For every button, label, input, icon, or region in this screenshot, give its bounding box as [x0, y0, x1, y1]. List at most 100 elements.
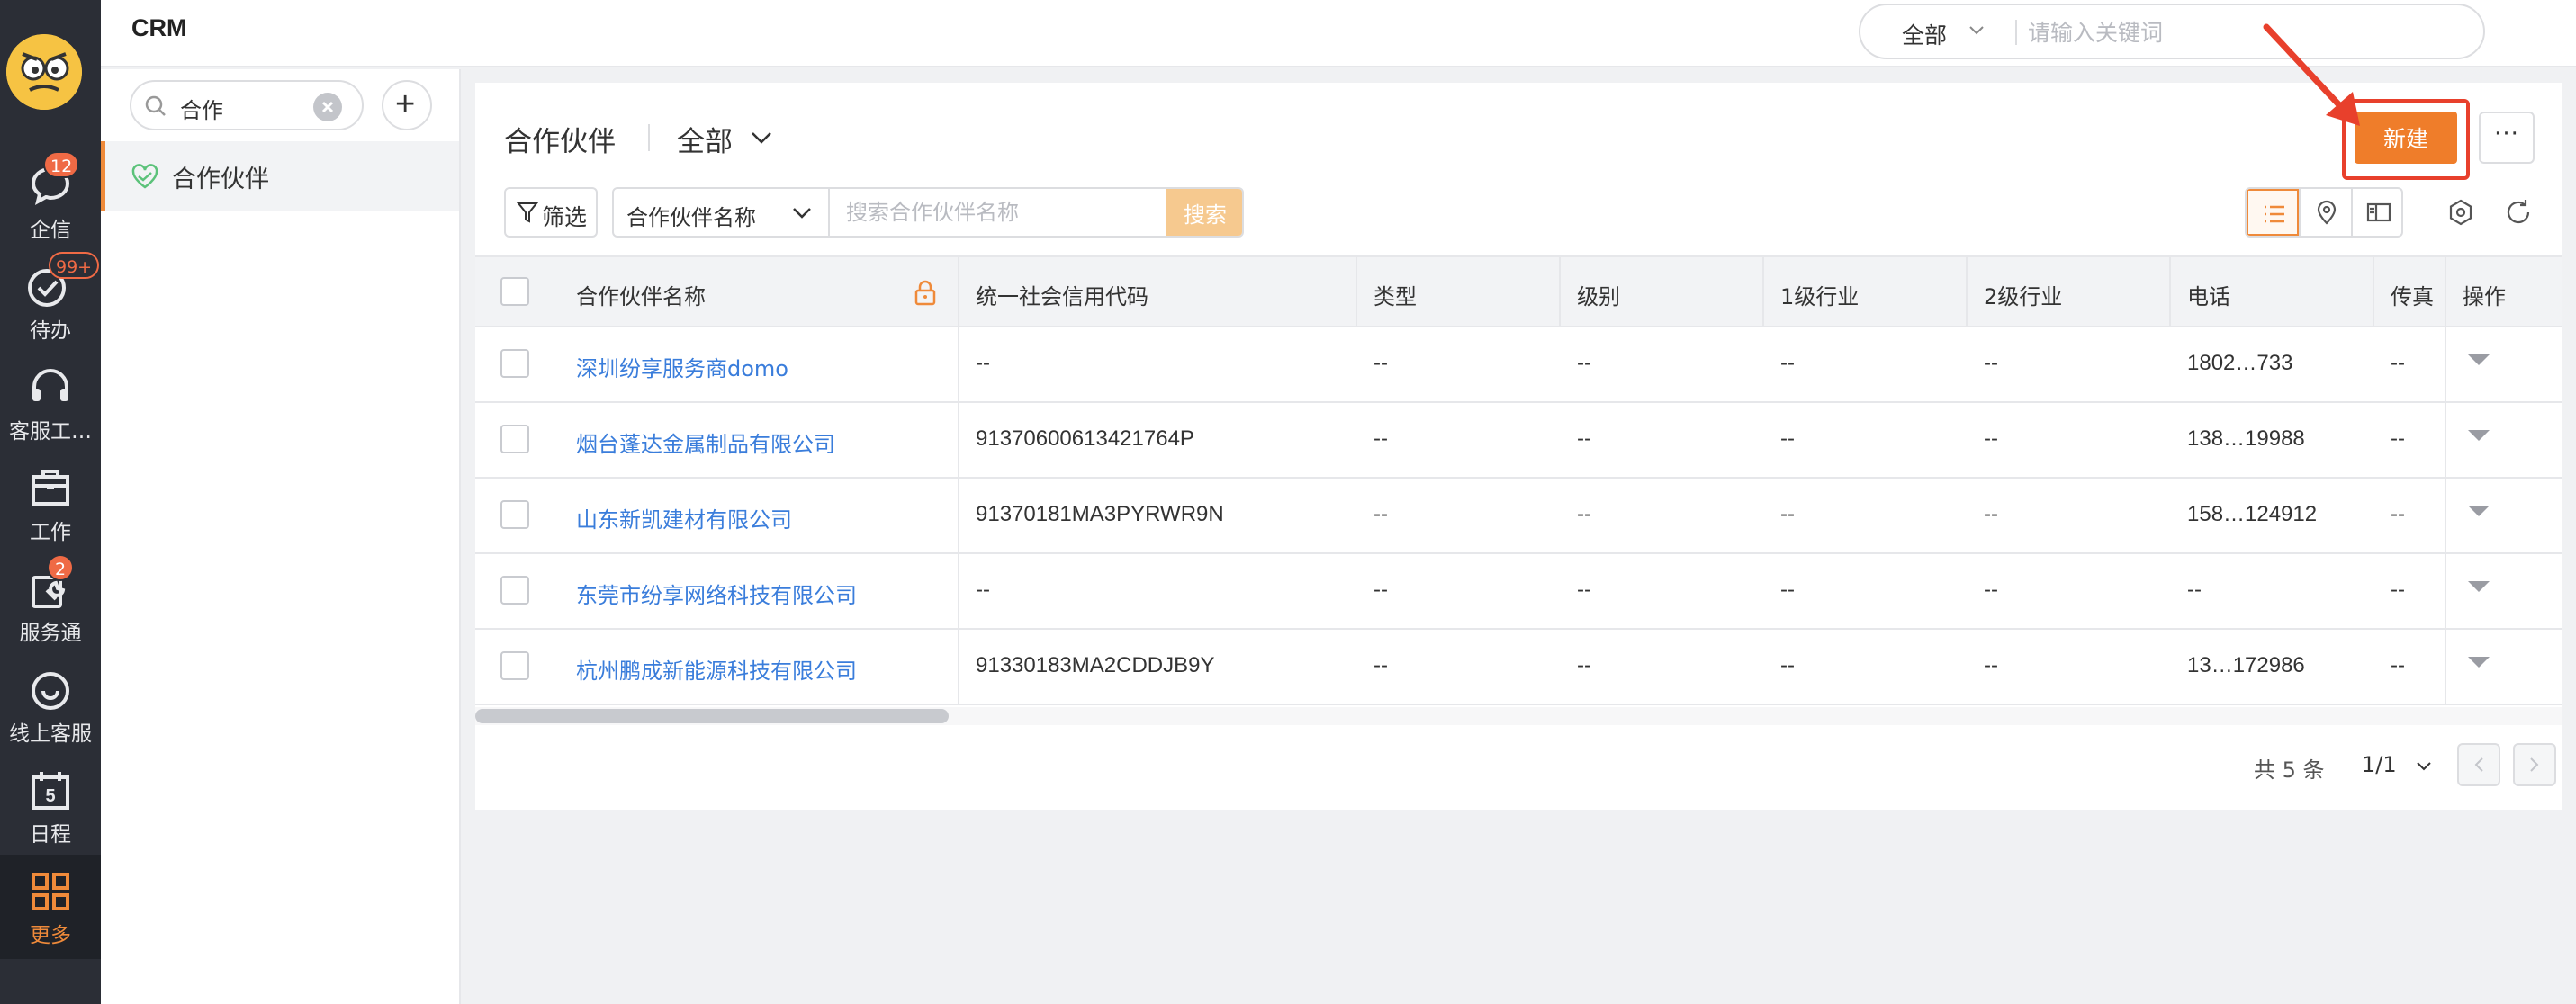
nav-item-calendar[interactable]: 5 日程	[0, 759, 101, 853]
row-checkbox[interactable]	[500, 349, 529, 378]
column-header[interactable]: 2级行业	[1984, 279, 2062, 310]
table-row[interactable]: 杭州鹏成新能源科技有限公司 91330183MA2CDDJB9Y -- -- -…	[475, 630, 2562, 705]
nav-badge: 12	[43, 151, 80, 178]
credit-code-cell: 91330183MA2CDDJB9Y	[976, 653, 1215, 677]
horizontal-scrollbar[interactable]	[475, 709, 949, 723]
partner-list-panel: 合作伙伴 全部 新建 ··· 筛选 合作伙伴名称 搜索 合作伙伴名称 搜索 合作…	[475, 83, 2562, 810]
column-header[interactable]: 统一社会信用代码	[976, 279, 1148, 310]
list-icon	[2265, 205, 2284, 223]
nav-item-todo[interactable]: 99+ 待办	[0, 252, 101, 349]
global-search-input[interactable]	[2028, 16, 2460, 49]
column-header[interactable]: 类型	[1374, 279, 1417, 310]
filter-button[interactable]: 筛选	[504, 187, 598, 238]
page-select[interactable]: 1/1	[2362, 752, 2431, 777]
nav-item-qixin[interactable]: 12 企信	[0, 151, 101, 248]
total-count: 共 5 条	[2254, 757, 2325, 783]
column-header[interactable]: 级别	[1577, 279, 1620, 310]
annotation-arrow-icon	[2263, 23, 2360, 126]
clear-icon[interactable]	[313, 93, 342, 121]
nav-item-fuwutong[interactable]: 2 服务通	[0, 554, 101, 651]
industry2-cell: --	[1984, 653, 1998, 677]
industry1-cell: --	[1780, 502, 1795, 526]
credit-code-cell: 91370600613421764P	[976, 426, 1194, 451]
partner-name-link[interactable]: 山东新凯建材有限公司	[576, 502, 792, 533]
chevron-right-icon	[2530, 757, 2539, 772]
calendar-icon: 5	[32, 772, 69, 810]
sidebar-search-value: 合作	[180, 98, 223, 123]
row-checkbox[interactable]	[500, 425, 529, 453]
search-icon	[145, 95, 166, 116]
filter-icon	[517, 202, 538, 223]
nav-item-online-service[interactable]: 线上客服	[0, 659, 101, 752]
split-view-toggle[interactable]	[2351, 189, 2401, 236]
nav-item-work[interactable]: 工作	[0, 457, 101, 551]
view-filter-select[interactable]: 全部	[677, 119, 733, 159]
headset-icon	[32, 369, 68, 401]
search-button[interactable]: 搜索	[1166, 189, 1242, 236]
split-view-icon	[2366, 202, 2391, 222]
fax-cell: --	[2391, 502, 2405, 526]
search-field-select[interactable]: 合作伙伴名称	[614, 189, 830, 236]
main-nav: 12 企信 99+ 待办 客服工… 工作 2 服务通 线上客服 5 日程 更多	[0, 0, 101, 1004]
row-actions-dropdown-icon[interactable]	[2468, 506, 2490, 516]
nav-label: 客服工…	[9, 420, 92, 444]
column-header[interactable]: 1级行业	[1780, 279, 1859, 310]
table-row[interactable]: 山东新凯建材有限公司 91370181MA3PYRWR9N -- -- -- -…	[475, 479, 2562, 554]
more-actions-button[interactable]: ···	[2479, 112, 2535, 164]
select-all-checkbox[interactable]	[500, 277, 529, 306]
user-avatar[interactable]	[6, 34, 82, 110]
sidebar-item-partners[interactable]: 合作伙伴	[101, 141, 459, 211]
sidebar-search[interactable]: 合作	[130, 80, 364, 130]
row-checkbox[interactable]	[500, 651, 529, 680]
filter-label: 筛选	[542, 204, 588, 230]
briefcase-icon	[32, 470, 69, 506]
add-button[interactable]	[382, 80, 432, 130]
credit-code-cell: 91370181MA3PYRWR9N	[976, 502, 1224, 526]
map-view-toggle[interactable]	[2299, 189, 2351, 236]
credit-code-cell: --	[976, 351, 990, 375]
column-header: 操作	[2463, 284, 2506, 309]
column-header[interactable]: 电话	[2187, 279, 2230, 310]
nav-item-service[interactable]: 客服工…	[0, 356, 101, 450]
industry1-cell: --	[1780, 578, 1795, 602]
chevron-down-icon[interactable]	[751, 131, 772, 145]
page-title: 合作伙伴	[504, 126, 616, 158]
row-checkbox[interactable]	[500, 500, 529, 529]
nav-item-more[interactable]: 更多	[0, 860, 101, 954]
table-row[interactable]: 东莞市纷享网络科技有限公司 -- -- -- -- -- -- --	[475, 554, 2562, 630]
partner-name-link[interactable]: 杭州鹏成新能源科技有限公司	[576, 653, 857, 685]
search-scope-select[interactable]: 全部	[1902, 18, 1947, 50]
phone-cell: --	[2187, 578, 2202, 602]
level-cell: --	[1577, 426, 1591, 451]
row-actions-dropdown-icon[interactable]	[2468, 354, 2490, 365]
svg-text:5: 5	[45, 786, 55, 806]
prev-page-button[interactable]	[2457, 743, 2500, 786]
chevron-down-icon	[793, 208, 811, 219]
partner-name-link[interactable]: 烟台蓬达金属制品有限公司	[576, 426, 835, 458]
list-view-toggle[interactable]	[2247, 189, 2299, 236]
row-actions-dropdown-icon[interactable]	[2468, 657, 2490, 668]
grid-icon	[32, 873, 69, 910]
partner-name-link[interactable]: 深圳纷享服务商domo	[576, 351, 788, 382]
chevron-down-icon	[1969, 26, 1984, 35]
partner-name-link[interactable]: 东莞市纷享网络科技有限公司	[576, 578, 857, 609]
partner-search-input[interactable]	[830, 189, 1166, 236]
row-checkbox[interactable]	[500, 576, 529, 605]
row-actions-dropdown-icon[interactable]	[2468, 581, 2490, 592]
table-row[interactable]: 烟台蓬达金属制品有限公司 91370600613421764P -- -- --…	[475, 403, 2562, 479]
column-header[interactable]: 传真	[2391, 279, 2434, 310]
column-header[interactable]: 合作伙伴名称	[576, 279, 706, 310]
page-indicator: 1/1	[2362, 752, 2397, 777]
settings-icon[interactable]	[2446, 198, 2475, 227]
top-header: CRM 全部	[101, 0, 2576, 67]
type-cell: --	[1374, 351, 1388, 375]
nav-badge: 99+	[49, 252, 100, 279]
next-page-button[interactable]	[2513, 743, 2556, 786]
credit-code-cell: --	[976, 578, 990, 602]
table-row[interactable]: 深圳纷享服务商domo -- -- -- -- -- 1802…733 --	[475, 327, 2562, 403]
sidebar-item-label: 合作伙伴	[172, 166, 269, 193]
table-header: 合作伙伴名称 统一社会信用代码 类型 级别 1级行业 2级行业 电话 传真 操作	[475, 255, 2562, 327]
app-title: CRM	[131, 14, 187, 41]
row-actions-dropdown-icon[interactable]	[2468, 430, 2490, 441]
refresh-icon[interactable]	[2504, 198, 2533, 227]
